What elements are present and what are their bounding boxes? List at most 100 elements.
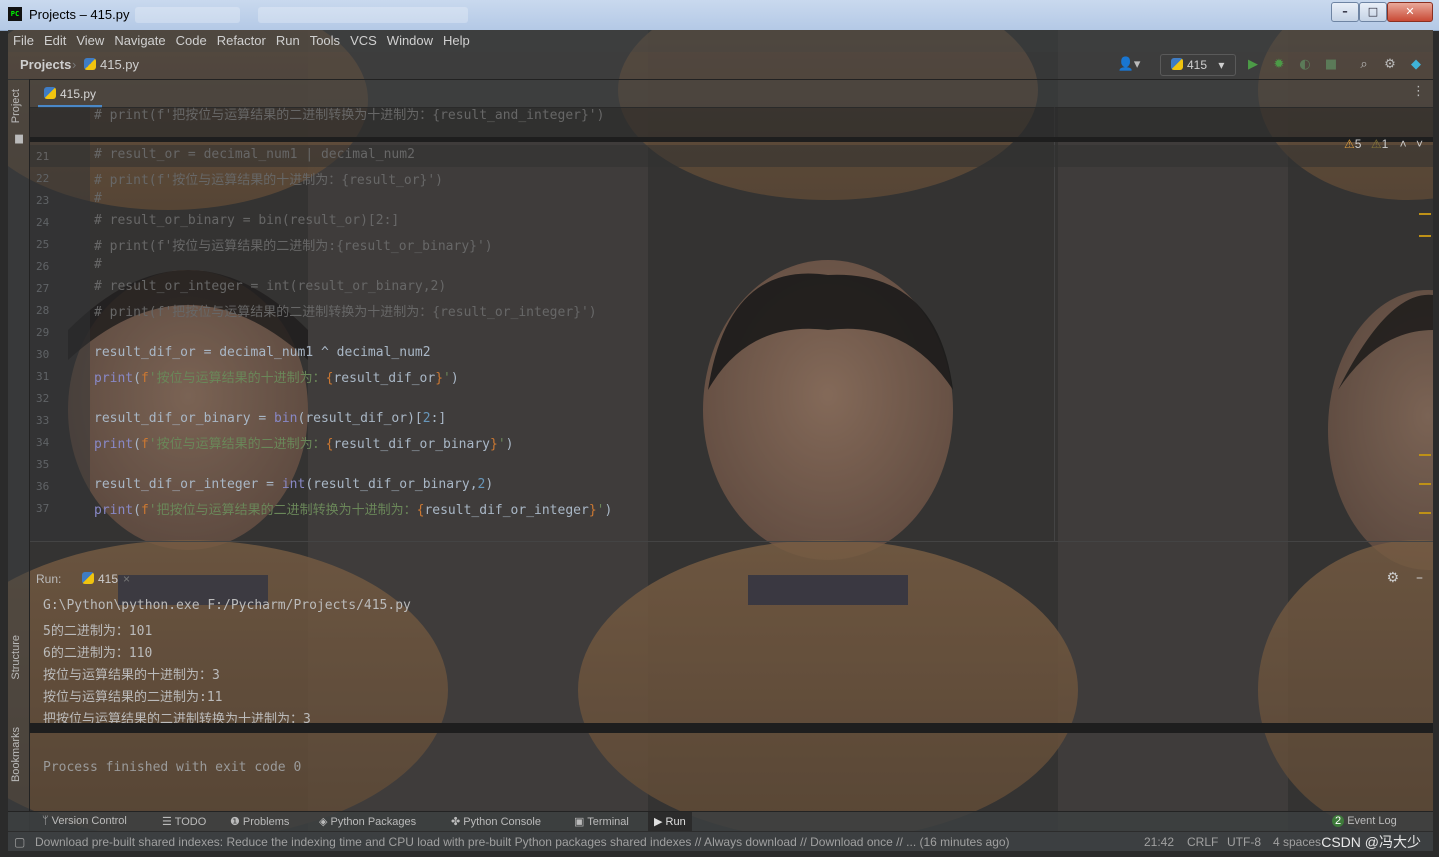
csdn-watermark: CSDN @冯大少 [1321,834,1421,850]
stop-icon[interactable]: ■ [1323,57,1339,73]
close-tab-icon[interactable]: × [123,572,130,586]
caret-position[interactable]: 21:42 [1144,835,1174,849]
code-line[interactable]: # result_or_integer = int(result_or_bina… [94,279,446,294]
menu-run[interactable]: Run [271,30,305,52]
event-log-tab[interactable]: 2 Event Log [1332,815,1397,827]
file-encoding[interactable]: UTF-8 [1227,835,1261,849]
run-icon[interactable]: ▶ [1245,57,1261,73]
structure-tool-tab[interactable]: Structure [10,635,22,680]
run-tab[interactable]: ▶ Run [648,812,692,832]
code-line[interactable]: print(f'按位与运算结果的二进制为：{result_dif_or_bina… [94,433,513,452]
menu-help[interactable]: Help [438,30,475,52]
menu-vcs[interactable]: VCS [345,30,382,52]
line-separator[interactable]: CRLF [1187,835,1218,849]
menu-edit[interactable]: Edit [39,30,71,52]
line-number: 24 [36,216,50,229]
python-run-icon [82,572,94,584]
search-icon[interactable]: ⌕ [1356,57,1372,73]
code-line[interactable]: # result_or = decimal_num1 | decimal_num… [94,147,415,162]
maximize-button[interactable]: □ [1359,2,1387,22]
todo-tab[interactable]: ☰ TODO [162,815,206,828]
user-accounts-icon[interactable]: 👤▾ [1116,57,1142,73]
line-number: 28 [36,304,50,317]
run-label: Run: [36,572,62,586]
code-line[interactable]: # [94,257,102,272]
more-tabs-icon[interactable]: ⋮ [1412,84,1425,99]
run-settings-gear-icon[interactable]: ⚙ [1386,570,1399,586]
code-line[interactable]: # print(f'按位与运算结果的二进制为:{result_or_binary… [94,235,493,254]
menu-view[interactable]: View [71,30,109,52]
problems-tab[interactable]: ❶ Problems [230,815,289,828]
inspection-widget[interactable]: ⚠5 ⚠1 ˄ ˅ [1344,137,1423,151]
line-number: 36 [36,480,50,493]
python-packages-tab[interactable]: ◈ Python Packages [319,815,416,828]
code-line[interactable]: result_dif_or_binary = bin(result_dif_or… [94,411,446,426]
terminal-icon: ▣ [574,816,588,828]
left-tool-stripe: Project ▆ Structure Bookmarks [8,79,30,839]
code-line[interactable]: print(f'把按位与运算结果的二进制转换为十进制为：{result_dif_… [94,499,612,518]
indent-setting[interactable]: 4 spaces [1273,835,1321,849]
console-line: 6的二进制为：110 [43,646,153,661]
version-control-tab[interactable]: ᛘ Version Control [42,815,127,827]
console-line: 按位与运算结果的十进制为：3 [43,668,220,683]
code-line[interactable]: result_dif_or = decimal_num1 ^ decimal_n… [94,345,431,360]
line-number: 32 [36,392,50,405]
breadcrumb-separator-icon: › [72,57,77,72]
bookmarks-tool-tab[interactable]: Bookmarks [10,727,22,782]
code-editor[interactable]: 2122232425262728293031323334353637 # pri… [30,107,1433,541]
terminal-tab[interactable]: ▣ Terminal [574,815,629,828]
code-line[interactable]: print(f'按位与运算结果的十进制为：{result_dif_or}') [94,367,459,386]
menu-tools[interactable]: Tools [305,30,345,52]
breadcrumb-file[interactable]: 415.py [84,57,139,72]
project-tool-tab[interactable]: Project [10,89,22,123]
code-line[interactable]: # result_or_binary = bin(result_or)[2:] [94,213,399,228]
python-packages-label: Python Packages [330,816,417,828]
close-button[interactable]: ✕ [1387,2,1433,22]
line-number: 37 [36,502,50,515]
background-taskbar-tab[interactable] [258,7,468,23]
jetbrains-toolbox-icon[interactable]: ◆ [1408,57,1424,73]
editor-tab-label: 415.py [60,87,97,101]
coverage-icon[interactable]: ◐ [1297,57,1313,73]
settings-gear-icon[interactable]: ⚙ [1382,57,1398,73]
scrollbar-warning-marker[interactable] [1419,235,1431,237]
list-icon: ☰ [162,816,175,828]
status-message[interactable]: Download pre-built shared indexes: Reduc… [35,835,1115,849]
line-number: 23 [36,194,50,207]
scrollbar-warning-marker[interactable] [1419,512,1431,514]
scrollbar-warning-marker[interactable] [1419,213,1431,215]
python-console-tab[interactable]: ✤ Python Console [451,815,541,828]
hide-panel-icon[interactable]: – [1416,570,1423,586]
line-number: 34 [36,436,50,449]
menu-navigate[interactable]: Navigate [109,30,170,52]
previous-highlight-icon[interactable]: ˄ [1400,137,1407,151]
scrollbar-warning-marker[interactable] [1419,454,1431,456]
scrollbar-warning-marker[interactable] [1419,483,1431,485]
menu-file[interactable]: File [8,30,39,52]
window-title: Projects – 415.py [29,7,130,22]
menu-window[interactable]: Window [382,30,438,52]
run-tab-label: 415 [98,572,119,586]
todo-label: TODO [174,816,207,828]
debug-icon[interactable]: ✹ [1271,57,1287,73]
breadcrumb-project[interactable]: Projects [20,57,71,72]
python-console-label: Python Console [463,816,541,828]
next-highlight-icon[interactable]: ˅ [1416,137,1423,151]
code-line[interactable]: # print(f'按位与运算结果的十进制为：{result_or}') [94,169,443,188]
run-configuration-dropdown[interactable]: 415 ▾ [1160,54,1236,76]
run-tab-415[interactable]: 415 × [82,572,130,586]
menu-code[interactable]: Code [171,30,212,52]
minimize-button[interactable]: – [1331,2,1359,22]
code-line[interactable]: result_dif_or_integer = int(result_dif_o… [94,477,493,492]
code-line[interactable]: # print(f'把按位与运算结果的二进制转换为十进制为：{result_or… [94,301,597,320]
background-taskbar-tab[interactable] [135,7,240,23]
weak-warning-icon: ⚠ [1370,137,1382,151]
event-count-badge: 2 [1332,815,1345,827]
breadcrumb-file-label: 415.py [100,57,140,72]
pycharm-app-icon: PC [8,7,22,21]
menu-refactor[interactable]: Refactor [212,30,271,52]
code-line[interactable]: # [94,191,102,206]
line-number: 26 [36,260,50,273]
terminal-label: Terminal [587,816,629,828]
editor-tab-415py[interactable]: 415.py [38,83,103,108]
